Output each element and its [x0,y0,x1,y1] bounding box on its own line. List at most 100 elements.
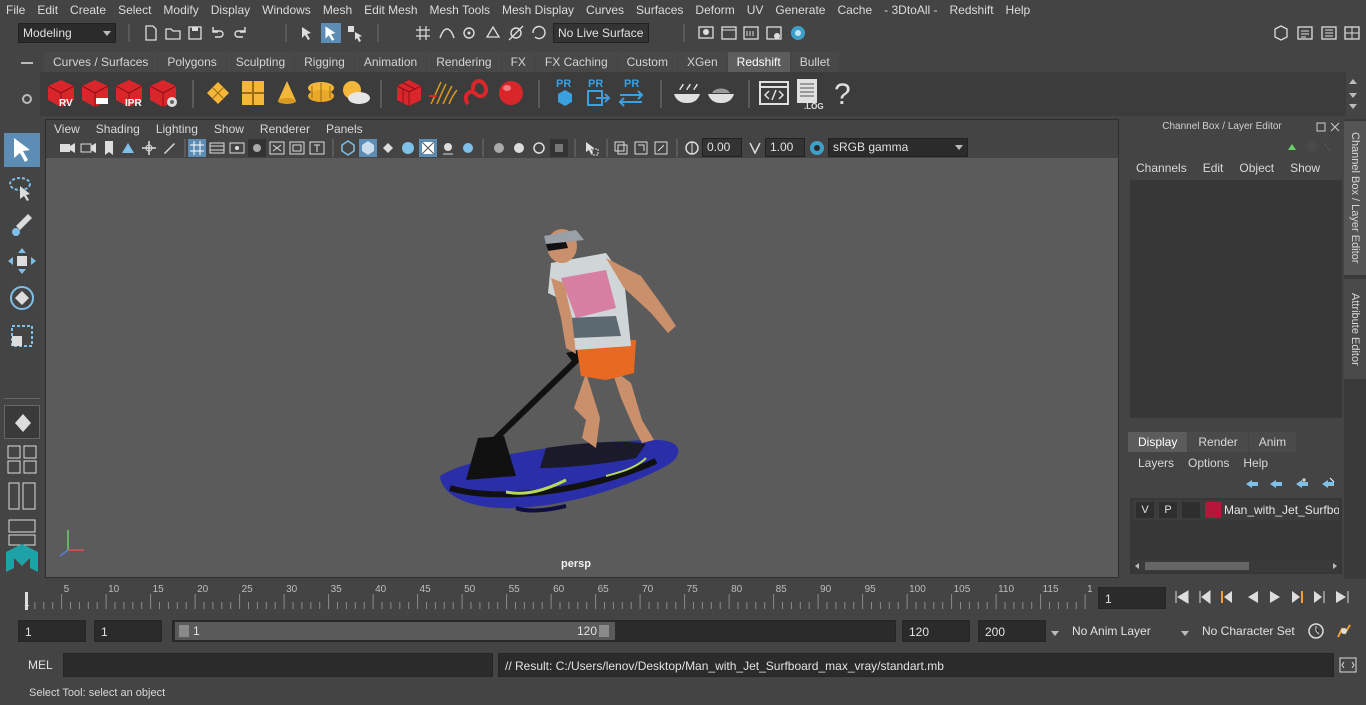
smooth-shade-icon[interactable] [359,139,377,157]
layer-color-swatch[interactable] [1205,502,1221,518]
menu-3dtoall[interactable]: - 3DtoAll - [878,0,943,20]
viewport-menu-view[interactable]: View [46,122,88,136]
rotate-tool-icon[interactable] [4,281,40,315]
shadows-icon[interactable] [439,139,457,157]
proxy-swap-icon[interactable]: PR [614,76,648,110]
exposure-field[interactable]: 0.00 [702,138,742,157]
color-management-icon[interactable] [808,139,826,157]
command-input[interactable] [63,653,493,677]
paint-select-tool-icon[interactable] [4,208,40,242]
single-perspective-layout-icon[interactable] [4,405,40,439]
2d-pan-zoom-icon[interactable] [140,139,158,157]
menu-redshift[interactable]: Redshift [944,0,1000,20]
menu-help[interactable]: Help [1000,0,1037,20]
panel-float-close-icon[interactable] [1316,121,1342,133]
select-camera-icon[interactable] [58,139,76,157]
layer-menu-help[interactable]: Help [1243,456,1268,470]
select-object-icon[interactable] [321,23,341,43]
bookmark-icon[interactable] [100,139,118,157]
channel-box-menu-edit[interactable]: Edit [1203,161,1224,175]
auto-key-icon[interactable] [1306,621,1326,644]
viewport-scene[interactable] [46,158,1118,577]
shelf-tab-animation[interactable]: Animation [354,52,427,72]
current-frame-field[interactable]: 1 [1098,587,1166,609]
script-language-toggle[interactable]: MEL [28,658,53,672]
save-scene-icon[interactable] [186,24,204,42]
image-plane-icon[interactable] [119,139,137,157]
hypershade-icon[interactable] [789,24,807,42]
shelf-tab-xgen[interactable]: XGen [677,52,727,72]
snap-grid-icon[interactable] [414,24,432,42]
menu-edit-mesh[interactable]: Edit Mesh [358,0,423,20]
channel-box-menu-object[interactable]: Object [1239,161,1274,175]
shelf-tab-redshift[interactable]: Redshift [727,52,790,72]
shelf-tab-polygons[interactable]: Polygons [158,52,226,72]
menu-create[interactable]: Create [64,0,112,20]
shelf-tab-bullet[interactable]: Bullet [790,52,839,72]
proxy-cube-icon[interactable]: PR [548,76,582,110]
wireframe-icon[interactable] [339,139,357,157]
shelf-scroll-arrows[interactable] [1346,76,1360,112]
render-settings-icon[interactable] [765,24,783,42]
menu-cache[interactable]: Cache [831,0,878,20]
redshift-dome-icon[interactable] [236,76,270,110]
playback-end-field[interactable]: 120 [902,620,970,642]
redshift-portal-icon[interactable] [304,76,338,110]
chevron-down-icon[interactable] [1180,627,1190,641]
viewport-menu-lighting[interactable]: Lighting [148,122,206,136]
menu-windows[interactable]: Windows [256,0,317,20]
isolate-select-icon[interactable] [550,139,568,157]
range-end-grip[interactable] [599,625,609,637]
menu-edit[interactable]: Edit [31,0,64,20]
xray-joints-icon[interactable] [612,139,630,157]
scale-tool-icon[interactable] [4,318,40,352]
move-tool-icon[interactable] [4,244,40,278]
layer-menu-layers[interactable]: Layers [1138,456,1174,470]
character-set-dropdown[interactable]: No Character Set [1196,620,1300,642]
channel-box-toggle-icon[interactable] [1343,24,1361,42]
channel-box-menu-channels[interactable]: Channels [1136,161,1187,175]
animation-start-field[interactable]: 1 [18,620,86,642]
animation-prefs-icon[interactable] [1334,621,1354,644]
lasso-tool-icon[interactable] [4,172,40,206]
viewport-menu-show[interactable]: Show [206,122,252,136]
render-view-icon[interactable] [697,24,715,42]
shelf-tab-sculpting[interactable]: Sculpting [226,52,295,72]
range-slider-handle[interactable]: 1 120 [175,622,615,640]
four-view-layout-icon[interactable] [4,443,40,477]
redshift-sphere-icon[interactable] [494,76,528,110]
redshift-sun-icon[interactable] [338,76,372,110]
workspace-icon[interactable] [1272,24,1290,42]
gamma-field[interactable]: 1.00 [765,138,805,157]
script-editor-icon[interactable] [757,76,791,110]
redshift-hair-icon[interactable] [427,76,461,110]
proxy-export-icon[interactable]: PR [580,76,614,110]
undo-icon[interactable] [208,24,226,42]
anim-layer-dropdown[interactable]: No Anim Layer [1066,620,1174,642]
live-surface-field[interactable]: No Live Surface [553,23,649,43]
xray-icon[interactable] [582,139,600,157]
snap-live-icon[interactable] [507,24,525,42]
menu-curves[interactable]: Curves [580,0,630,20]
redshift-settings-icon[interactable] [146,76,180,110]
open-scene-icon[interactable] [164,24,182,42]
shelf-tab-custom[interactable]: Custom [617,52,677,72]
playback-start-field[interactable]: 1 [94,620,162,642]
wireframe-on-shaded-icon[interactable] [379,139,397,157]
script-editor-button-icon[interactable] [1339,657,1357,676]
viewport-menu-renderer[interactable]: Renderer [252,122,318,136]
attribute-editor-toggle-icon[interactable] [1296,24,1314,42]
menu-uv[interactable]: UV [741,0,770,20]
layer-visibility-toggle[interactable]: V [1136,502,1154,518]
gamma-icon[interactable] [746,139,764,157]
new-scene-icon[interactable] [142,24,160,42]
redshift-render-icon[interactable] [78,76,112,110]
snap-view-plane-icon[interactable] [484,24,502,42]
make-live-icon[interactable] [530,24,548,42]
motion-blur-icon[interactable] [490,139,508,157]
channel-box-icons[interactable] [1284,140,1334,154]
shelf-settings-gear-icon[interactable] [20,92,34,106]
redshift-ipr-icon[interactable]: IPR [112,76,146,110]
time-slider[interactable]: 1 5 10 15 20 25 30 35 40 45 50 55 60 65 70 75 80 85 90 95 10… [18,582,1099,612]
layer-menu-options[interactable]: Options [1188,456,1229,470]
